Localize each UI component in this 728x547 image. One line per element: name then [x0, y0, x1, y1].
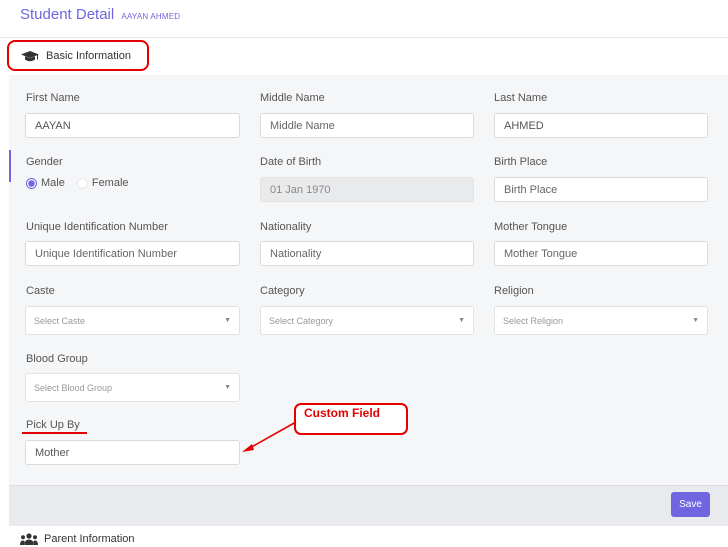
tab-basic-information[interactable]: Basic Information [7, 40, 149, 71]
date-of-birth-label: Date of Birth [260, 156, 322, 168]
gender-female-radio[interactable] [76, 177, 88, 189]
birth-place-input[interactable]: Birth Place [494, 177, 708, 202]
pick-up-by-input[interactable]: Mother [25, 440, 240, 465]
gender-male-label[interactable]: Male [41, 177, 65, 189]
gender-label: Gender [26, 156, 63, 168]
pick-up-by-label: Pick Up By [26, 419, 80, 431]
save-button[interactable]: Save [671, 492, 710, 517]
gender-female-label[interactable]: Female [92, 177, 129, 189]
middle-name-input[interactable]: Middle Name [260, 113, 474, 138]
active-row-indicator [9, 150, 11, 182]
blood-group-select-value: Select Blood Group [34, 382, 113, 393]
first-name-label: First Name [26, 92, 80, 104]
birth-place-label: Birth Place [494, 156, 548, 168]
tab-parent-information-label: Parent Information [44, 533, 135, 545]
last-name-input[interactable]: AHMED [494, 113, 708, 138]
annotation-arrow-icon [242, 421, 297, 452]
gender-male-radio[interactable] [26, 177, 37, 189]
annotation-underline [22, 432, 87, 434]
caret-down-icon: ▼ [224, 384, 231, 391]
nationality-label: Nationality [260, 221, 312, 233]
date-of-birth-input[interactable]: 01 Jan 1970 [260, 177, 474, 202]
religion-select-value: Select Religion [503, 315, 564, 326]
caste-label: Caste [26, 285, 55, 297]
category-select[interactable]: Select Category ▼ [260, 306, 474, 335]
last-name-label: Last Name [494, 92, 548, 104]
users-icon [20, 533, 38, 545]
form-footer [9, 485, 728, 526]
page-title: Student Detail AAYAN AHMED [20, 6, 180, 23]
religion-select[interactable]: Select Religion ▼ [494, 306, 708, 335]
caret-down-icon: ▼ [224, 317, 231, 324]
tab-basic-information-label: Basic Information [46, 49, 131, 62]
caret-down-icon: ▼ [692, 317, 699, 324]
blood-group-label: Blood Group [26, 353, 88, 365]
page-title-text: Student Detail [20, 6, 115, 23]
religion-label: Religion [494, 285, 534, 297]
unique-id-label: Unique Identification Number [26, 221, 168, 233]
graduation-cap-icon [21, 50, 39, 62]
tab-parent-information[interactable]: Parent Information [20, 533, 135, 545]
category-select-value: Select Category [269, 315, 334, 326]
middle-name-label: Middle Name [260, 92, 325, 104]
caste-select[interactable]: Select Caste ▼ [25, 306, 240, 335]
first-name-input[interactable]: AAYAN [25, 113, 240, 138]
caret-down-icon: ▼ [458, 317, 465, 324]
blood-group-select[interactable]: Select Blood Group ▼ [25, 373, 240, 402]
mother-tongue-input[interactable]: Mother Tongue [494, 241, 708, 266]
custom-field-callout: Custom Field [294, 403, 408, 435]
category-label: Category [260, 285, 305, 297]
student-name-subtitle: AAYAN AHMED [121, 12, 181, 21]
mother-tongue-label: Mother Tongue [494, 221, 568, 233]
unique-id-input[interactable]: Unique Identification Number [25, 241, 240, 266]
nationality-input[interactable]: Nationality [260, 241, 474, 266]
caste-select-value: Select Caste [34, 315, 86, 326]
gender-radio-group: Male Female [26, 177, 129, 189]
